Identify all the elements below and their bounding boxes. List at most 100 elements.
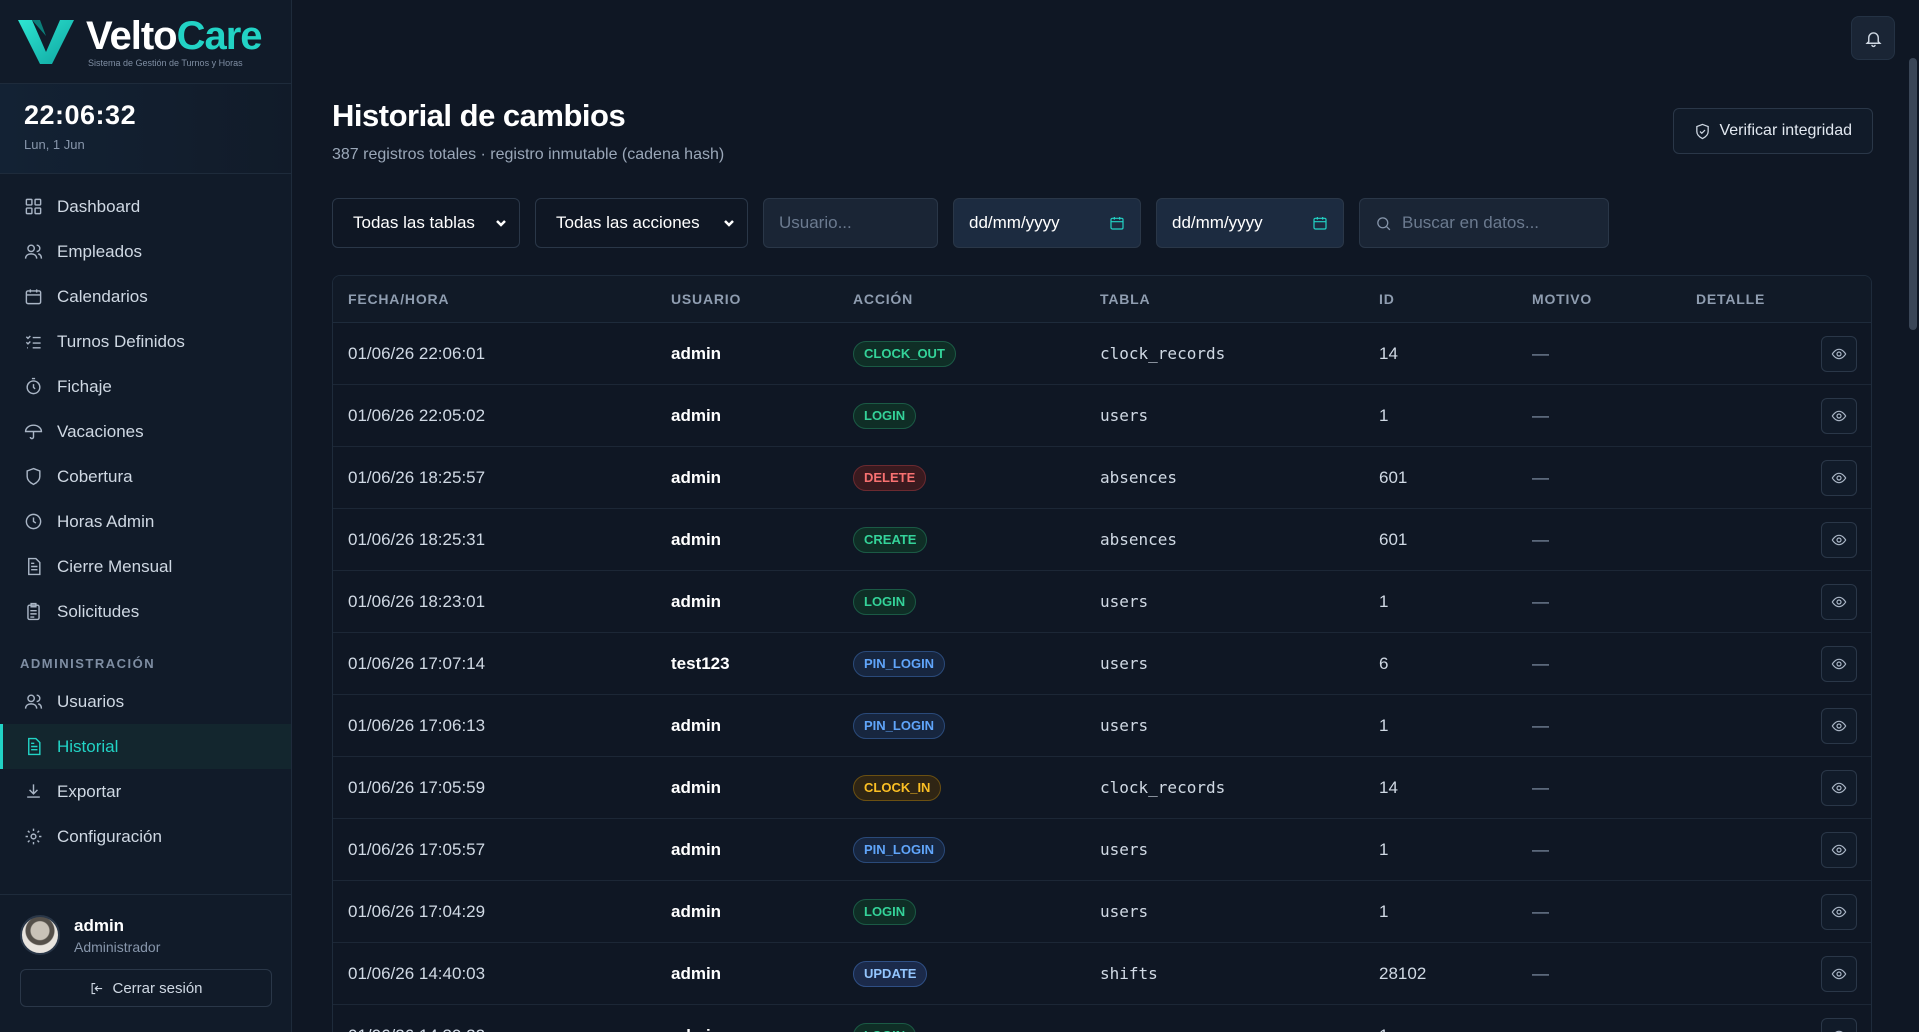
view-detail-button[interactable] <box>1821 397 1857 434</box>
table-filter-select[interactable]: Todas las tablas <box>332 198 520 248</box>
calendar-icon <box>1313 217 1327 230</box>
column-header-id[interactable]: ID <box>1379 291 1532 307</box>
table-row[interactable]: 01/06/26 17:07:14 test123 PIN_LOGIN users 6 — <box>333 633 1871 695</box>
table-row[interactable]: 01/06/26 17:04:29 admin LOGIN users 1 — <box>333 881 1871 943</box>
sidebar-item-cobertura[interactable]: Cobertura <box>0 454 291 499</box>
sidebar-item-fichaje[interactable]: Fichaje <box>0 364 291 409</box>
action-badge: LOGIN <box>853 588 917 615</box>
action-badge: UPDATE <box>853 960 928 987</box>
sidebar-item-empleados[interactable]: Empleados <box>0 229 291 274</box>
cell-table: users <box>1100 716 1149 735</box>
eye-icon <box>1831 968 1847 979</box>
cell-id: 601 <box>1379 529 1408 549</box>
table-filter-value: Todas las tablas <box>353 213 475 232</box>
cell-detail <box>1696 893 1871 930</box>
user-role: Administrador <box>74 938 161 955</box>
sidebar-item-horas-admin[interactable]: Horas Admin <box>0 499 291 544</box>
table-row[interactable]: 01/06/26 17:05:57 admin PIN_LOGIN users 1 — <box>333 819 1871 881</box>
document-icon <box>28 557 41 576</box>
cell-user: admin <box>671 529 722 549</box>
sidebar-item-cierre-mensual[interactable]: Cierre Mensual <box>0 544 291 589</box>
cell-datetime: 01/06/26 17:07:14 <box>348 653 486 673</box>
live-clock: 22:06:32 Lun, 1 Jun <box>0 84 291 174</box>
view-detail-button[interactable] <box>1821 583 1857 620</box>
cell-datetime: 01/06/26 18:25:57 <box>348 467 486 487</box>
cell-action: LOGIN <box>853 402 1100 429</box>
table-row[interactable]: 01/06/26 22:06:01 admin CLOCK_OUT clock_rec… <box>333 323 1871 385</box>
table-body: 01/06/26 22:06:01 admin CLOCK_OUT clock_rec… <box>333 323 1871 1032</box>
umbrella-icon <box>24 424 43 440</box>
column-header-usuario[interactable]: USUARIO <box>671 291 853 307</box>
table-row[interactable]: 01/06/26 18:23:01 admin LOGIN users 1 — <box>333 571 1871 633</box>
sidebar-item-historial[interactable]: Historial <box>0 724 291 769</box>
view-detail-button[interactable] <box>1821 459 1857 496</box>
table-row[interactable]: 01/06/26 18:25:57 admin DELETE absences 601 — <box>333 447 1871 509</box>
eye-icon <box>1831 472 1847 483</box>
logout-button[interactable]: Cerrar sesión <box>20 969 272 1007</box>
cell-table: clock_records <box>1100 344 1226 363</box>
cell-table: users <box>1100 840 1149 859</box>
cell-reason: — <box>1532 343 1549 363</box>
table-row[interactable]: 01/06/26 14:40:03 admin UPDATE shifts 28102 — <box>333 943 1871 1005</box>
column-header-fecha[interactable]: FECHA/HORA <box>333 291 671 307</box>
view-detail-button[interactable] <box>1821 893 1857 930</box>
table-row[interactable]: 01/06/26 17:06:13 admin PIN_LOGIN users 1 — <box>333 695 1871 757</box>
date-from-input[interactable]: dd/mm/yyyy <box>953 198 1141 248</box>
calendar-icon <box>25 289 42 305</box>
sidebar-item-configuracion[interactable]: Configuración <box>0 814 291 859</box>
sidebar-item-dashboard[interactable]: Dashboard <box>0 184 291 229</box>
sidebar-item-label: Empleados <box>57 241 143 261</box>
view-detail-button[interactable] <box>1821 1017 1857 1032</box>
action-filter-select[interactable]: Todas las acciones <box>535 198 748 248</box>
view-detail-button[interactable] <box>1821 769 1857 806</box>
date-from-value: dd/mm/yyyy <box>969 213 1060 232</box>
cell-datetime: 01/06/26 17:05:57 <box>348 839 486 859</box>
column-header-motivo[interactable]: MOTIVO <box>1532 291 1696 307</box>
date-to-input[interactable]: dd/mm/yyyy <box>1156 198 1344 248</box>
view-detail-button[interactable] <box>1821 335 1857 372</box>
sidebar-item-vacaciones[interactable]: Vacaciones <box>0 409 291 454</box>
table-row[interactable]: 01/06/26 22:05:02 admin LOGIN users 1 — <box>333 385 1871 447</box>
cell-action: LOGIN <box>853 1022 1100 1032</box>
sidebar-item-calendarios[interactable]: Calendarios <box>0 274 291 319</box>
sidebar-item-solicitudes[interactable]: Solicitudes <box>0 589 291 634</box>
cell-action: CREATE <box>853 526 1100 553</box>
user-filter-input[interactable]: Usuario... <box>763 198 938 248</box>
cell-user: admin <box>671 901 722 921</box>
calendar-icon <box>1110 217 1124 230</box>
scrollbar-thumb[interactable] <box>1909 58 1917 330</box>
column-header-accion[interactable]: ACCIÓN <box>853 291 1100 307</box>
cell-reason: — <box>1532 591 1549 611</box>
eye-icon <box>1831 906 1847 917</box>
table-row[interactable]: 01/06/26 14:39:22adminLOGIN users1— <box>333 1005 1871 1032</box>
cell-detail <box>1696 769 1871 806</box>
table-row[interactable]: 01/06/26 17:05:59 admin CLOCK_IN clock_reco… <box>333 757 1871 819</box>
verify-integrity-button[interactable]: Verificar integridad <box>1673 108 1873 154</box>
brand[interactable]: VeltoCare Sistema de Gestión de Turnos y… <box>0 0 291 84</box>
view-detail-button[interactable] <box>1821 955 1857 992</box>
sidebar-item-exportar[interactable]: Exportar <box>0 769 291 814</box>
cell-user: admin <box>671 467 722 487</box>
gear-icon <box>25 828 42 845</box>
search-input[interactable]: Buscar en datos... <box>1359 198 1609 248</box>
action-badge: LOGIN <box>853 898 917 925</box>
chevron-down-icon <box>496 220 506 227</box>
user-panel: admin Administrador Cerrar sesión <box>0 894 292 1032</box>
view-detail-button[interactable] <box>1821 645 1857 682</box>
sidebar-item-usuarios[interactable]: Usuarios <box>0 679 291 724</box>
sidebar-item-label: Vacaciones <box>57 421 144 441</box>
cell-user: admin <box>671 839 722 859</box>
sidebar-item-turnos-definidos[interactable]: Turnos Definidos <box>0 319 291 364</box>
view-detail-button[interactable] <box>1821 707 1857 744</box>
table-row[interactable]: 01/06/26 18:25:31 admin CREATE absences 601 — <box>333 509 1871 571</box>
view-detail-button[interactable] <box>1821 831 1857 868</box>
sidebar: VeltoCare Sistema de Gestión de Turnos y… <box>0 0 292 1032</box>
clock-icon <box>25 513 42 530</box>
view-detail-button[interactable] <box>1821 521 1857 558</box>
cell-action: CLOCK_OUT <box>853 340 1100 367</box>
page-scrollbar[interactable] <box>1907 0 1919 1032</box>
cell-id: 601 <box>1379 467 1408 487</box>
column-header-tabla[interactable]: TABLA <box>1100 291 1379 307</box>
sidebar-item-label: Cobertura <box>57 466 133 486</box>
notifications-button[interactable] <box>1851 16 1895 60</box>
